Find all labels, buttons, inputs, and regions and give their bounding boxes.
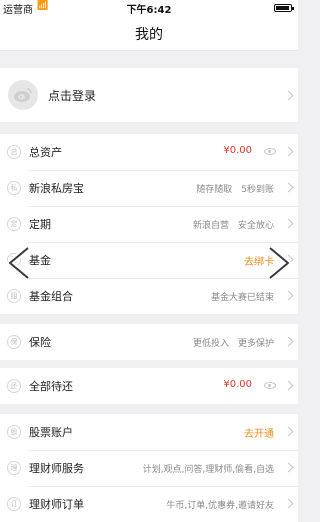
row-label: 总资产 xyxy=(29,146,62,159)
list-item[interactable]: 定定期 新浪自营 安全放心 xyxy=(0,206,298,242)
row-detail: 随存随取 5秒到账 xyxy=(196,185,274,195)
list-item[interactable]: 私新浪私房宝 随存随取 5秒到账 xyxy=(0,170,298,206)
chevron-right-icon xyxy=(283,90,294,101)
battery-icon xyxy=(274,4,294,12)
row-icon: 股 xyxy=(7,425,21,439)
row-label: 全部待还 xyxy=(29,380,73,393)
row-label: 理财师订单 xyxy=(29,498,84,511)
row-detail: ¥0.00 xyxy=(223,379,252,390)
row-label: 定期 xyxy=(29,218,51,231)
previous-arrow[interactable] xyxy=(2,246,36,280)
row-label: 新浪私房宝 xyxy=(29,182,84,195)
list-item[interactable]: 还全部待还 ¥0.00 xyxy=(0,368,298,404)
list-item[interactable]: 订理财师订单 牛币,订单,优惠券,邀请好友 xyxy=(0,486,298,522)
list-item[interactable]: 理理财师服务 计划,观点,问答,理财师,偷看,自选 xyxy=(0,450,298,486)
chevron-right-icon xyxy=(283,336,294,347)
chevron-right-icon xyxy=(283,380,294,391)
row-detail: 计划,观点,问答,理财师,偷看,自选 xyxy=(142,465,274,475)
next-arrow[interactable] xyxy=(262,246,296,280)
chevron-right-icon xyxy=(283,426,294,437)
row-icon: 定 xyxy=(7,217,21,231)
row-detail: 更低投入 更多保护 xyxy=(192,339,274,349)
row-detail: 新浪自营 安全放心 xyxy=(192,221,274,231)
list-item[interactable]: 组基金组合 基金大赛已结束 xyxy=(0,278,298,314)
row-detail: 去开通 xyxy=(244,429,274,440)
row-icon: 组 xyxy=(7,289,21,303)
chevron-left-icon xyxy=(7,246,30,280)
login-row[interactable]: 点击登录 xyxy=(0,68,298,122)
row-icon: 保 xyxy=(7,335,21,349)
insurance-group: 保保险 更低投入 更多保护 xyxy=(0,324,298,360)
status-bar: 运营商 📶 下午6:42 xyxy=(0,0,298,16)
chevron-right-icon xyxy=(268,246,291,280)
row-icon: 私 xyxy=(7,181,21,195)
chevron-right-icon xyxy=(283,498,294,509)
list-item[interactable]: 基基金 去绑卡 xyxy=(0,242,298,278)
avatar xyxy=(8,80,38,110)
row-icon: 理 xyxy=(7,461,21,475)
chevron-right-icon xyxy=(283,146,294,157)
login-label: 点击登录 xyxy=(48,89,97,103)
chevron-right-icon xyxy=(283,218,294,229)
row-detail: ¥0.00 xyxy=(223,145,252,156)
row-detail: 牛币,订单,优惠券,邀请好友 xyxy=(166,501,274,511)
list-item[interactable]: 保保险 更低投入 更多保护 xyxy=(0,324,298,360)
chevron-right-icon xyxy=(283,462,294,473)
row-icon: 还 xyxy=(7,379,21,393)
row-icon: 订 xyxy=(7,497,21,511)
chevron-right-icon xyxy=(283,290,294,301)
row-label: 基金组合 xyxy=(29,290,73,303)
row-detail: 基金大赛已结束 xyxy=(210,293,274,303)
weibo-logo-icon xyxy=(14,88,32,102)
list-item[interactable]: 股股票账户 去开通 xyxy=(0,414,298,450)
page-title: 我的 xyxy=(135,27,163,43)
eye-icon[interactable] xyxy=(264,148,276,155)
chevron-right-icon xyxy=(283,182,294,193)
eye-icon[interactable] xyxy=(264,382,276,389)
row-label: 股票账户 xyxy=(29,426,73,439)
status-time: 下午6:42 xyxy=(126,5,172,16)
row-icon: 总 xyxy=(7,145,21,159)
list-item[interactable]: 总总资产 ¥0.00 xyxy=(0,134,298,170)
nav-bar: 我的 xyxy=(0,16,298,51)
assets-group: 总总资产 ¥0.00 私新浪私房宝 随存随取 5秒到账定定期 新浪自营 安全放心基基金去… xyxy=(0,134,298,314)
row-label: 保险 xyxy=(29,336,51,349)
row-label: 理财师服务 xyxy=(29,462,84,475)
repay-group: 还全部待还 ¥0.00 xyxy=(0,368,298,404)
stock-group: 股股票账户 去开通理理财师服务 计划,观点,问答,理财师,偷看,自选订理财师订单 牛币… xyxy=(0,414,298,522)
